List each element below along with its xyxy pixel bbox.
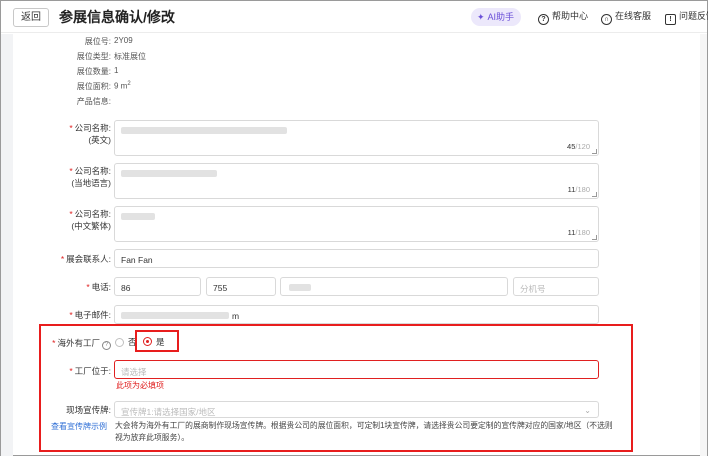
contact-label: * 展会联系人: [1,253,111,265]
factory-location-label: * 工厂位于: [1,365,111,377]
headset-icon: ∩ [601,14,612,25]
booth-area-value: 9 m2 [114,81,131,91]
company-en-max: /120 [575,142,590,151]
company-tc-sublabel: (中文繁体) [71,221,111,231]
booth-area-label: 展位面积: [76,82,111,91]
redacted-text [289,284,311,291]
banner-country-placeholder: 宣传牌1:请选择国家/地区 [121,407,216,417]
factory-location-placeholder: 请选择 [121,367,147,377]
company-tc-max: /180 [575,228,590,237]
phone-label: * 电话: [1,281,111,293]
resize-handle[interactable] [592,149,597,154]
phone-area-code: 755 [213,283,228,293]
company-en-textarea[interactable]: 45/120 [114,120,599,156]
resize-handle[interactable] [592,192,597,197]
email-input[interactable]: m [114,305,599,324]
phone-number-input[interactable] [280,277,508,296]
product-info-label: 产品信息: [76,97,111,106]
ai-assistant-button[interactable]: ✦ AI助手 [471,8,521,26]
booth-no-value: 2Y09 [114,36,133,45]
email-tail: m [232,311,240,321]
scrollbar[interactable] [700,34,707,456]
phone-country-code: 86 [121,283,131,293]
question-icon: ? [538,14,549,25]
booth-type-label: 展位类型: [76,52,111,61]
company-local-label-text: 公司名称: [74,166,111,176]
contact-label-text: 展会联系人: [66,254,111,264]
banner-label: 现场宣传牌: [66,405,111,415]
phone-extension-input[interactable]: 分机号 [513,277,599,296]
required-mark: * [69,123,73,133]
factory-location-select[interactable]: 请选择 [114,360,599,379]
booth-count-value: 1 [114,66,119,75]
email-label-text: 电子邮件: [74,310,111,320]
ai-assistant-label: AI助手 [487,12,515,22]
overseas-factory-label-text: 海外有工厂 [57,338,100,348]
required-mark: * [69,310,73,320]
help-center-label: 帮助中心 [552,11,589,21]
company-en-label-text: 公司名称: [74,123,111,133]
resize-handle[interactable] [592,235,597,240]
company-tc-textarea[interactable]: 11/180 [114,206,599,242]
company-en-counter: 45/120 [567,142,590,151]
contact-input[interactable]: Fan Fan [114,249,599,268]
redacted-text [121,213,155,220]
overseas-factory-label: * 海外有工厂? [1,337,111,350]
banner-country-select[interactable]: 宣传牌1:请选择国家/地区 ⌄ [114,401,599,418]
company-local-max: /180 [575,185,590,194]
feedback-label: 问题反馈 [679,11,708,21]
radio-no[interactable] [115,338,124,347]
required-mark: * [60,254,65,264]
help-icon[interactable]: ? [102,341,111,350]
radio-yes-label[interactable]: 是 [156,336,165,348]
phone-country-code-input[interactable]: 86 [114,277,201,296]
required-mark: * [86,282,90,292]
contact-value: Fan Fan [121,255,153,265]
back-button[interactable]: 返回 [13,8,49,27]
page-title: 参展信息确认/修改 [59,9,175,25]
feedback-link[interactable]: !问题反馈 [665,9,708,25]
redacted-text [121,312,229,319]
chevron-down-icon: ⌄ [584,406,591,415]
banner-description: 大会将为海外有工厂的展商制作现场宣传牌。根据贵公司的展位面积，可定制1块宣传牌，… [115,421,613,442]
help-center-link[interactable]: ? 帮助中心 [538,9,588,25]
email-label: * 电子邮件: [1,309,111,321]
company-local-sublabel: (当地语言) [71,178,111,188]
company-tc-label-text: 公司名称: [74,209,111,219]
sparkle-icon: ✦ [477,12,485,22]
booth-area-unit-sup: 2 [127,81,131,87]
company-tc-counter: 11/180 [568,228,590,237]
phone-area-code-input[interactable]: 755 [206,277,276,296]
required-mark: * [69,166,73,176]
phone-extension-placeholder: 分机号 [520,284,546,294]
booth-count-label: 展位数量: [76,67,111,76]
company-local-label: * 公司名称: [1,165,111,177]
required-mark: * [69,366,73,376]
banner-example-link[interactable]: 查看宣传牌示例 [51,421,107,432]
redacted-text [121,127,287,134]
top-header: 返回 参展信息确认/修改 ✦AI助手 ?帮助中心 ∩在线客服 !问题反馈 [1,1,708,33]
phone-label-text: 电话: [91,282,111,292]
redacted-text [121,170,217,177]
booth-type-value: 标准展位 [114,52,146,61]
factory-location-error: 此项为必填项 [116,381,164,390]
company-local-textarea[interactable]: 11/180 [114,163,599,199]
required-mark: * [52,338,56,348]
online-service-label: 在线客服 [615,11,652,21]
radio-yes[interactable] [143,337,152,346]
feedback-icon: ! [665,14,676,25]
factory-location-label-text: 工厂位于: [74,366,111,376]
booth-area-number: 9 m [114,81,128,91]
online-service-link[interactable]: ∩ 在线客服 [601,9,651,25]
company-local-counter: 11/180 [568,185,590,194]
company-tc-label: * 公司名称: [1,208,111,220]
required-mark: * [69,209,73,219]
booth-no-label: 展位号: [84,37,111,46]
company-en-label: * 公司名称: [1,122,111,134]
company-en-sublabel: (英文) [88,135,111,145]
